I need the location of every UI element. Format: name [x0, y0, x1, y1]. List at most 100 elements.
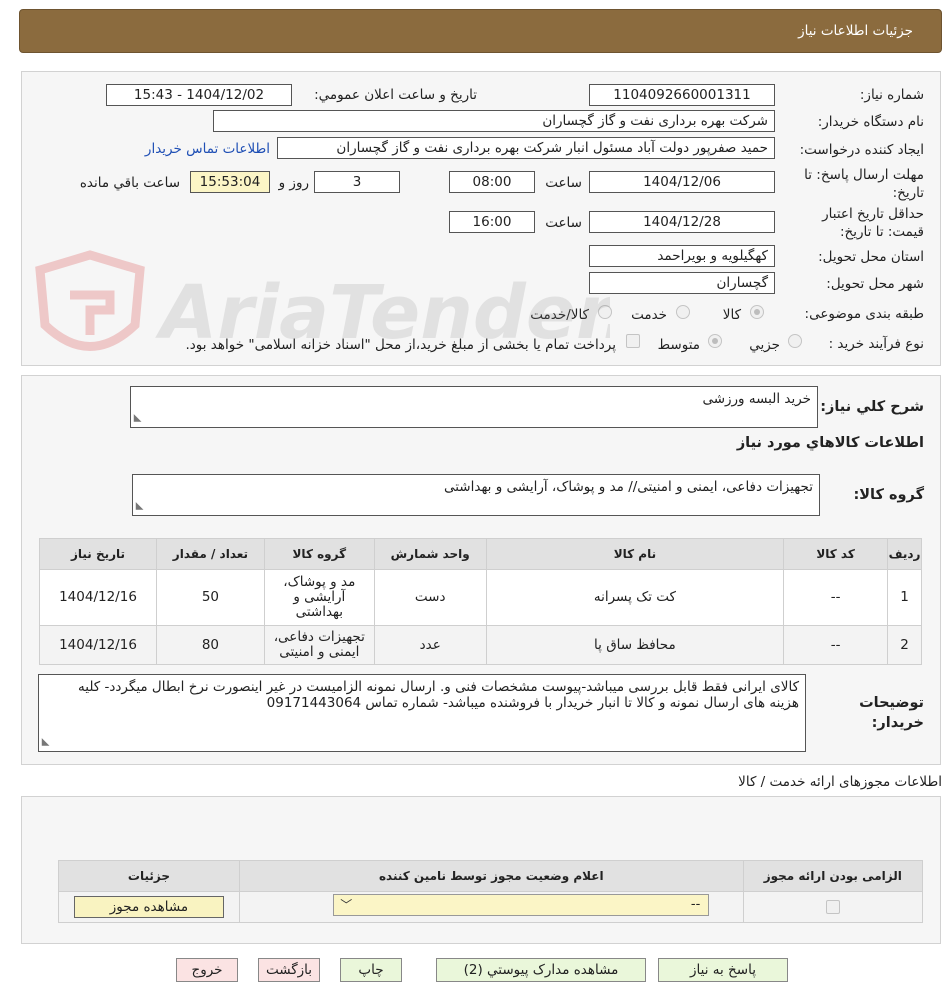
process-option-minor: جزيي	[749, 337, 780, 353]
category-option-service: خدمت	[631, 307, 667, 323]
category-radio-goods[interactable]	[750, 305, 764, 319]
resize-grip-icon-2: ◢	[133, 502, 145, 510]
exit-button[interactable]: خروج	[176, 958, 238, 982]
need-info-panel: شماره نیاز: 1104092660001311 تاریخ و ساع…	[21, 71, 941, 366]
deadline-time-field: 08:00	[449, 171, 535, 193]
table-row: ﹀ -- مشاهده مجوز	[58, 891, 924, 923]
province-label: استان محل تحويل:	[818, 249, 924, 265]
validity-label-2: قيمت: تا تاريخ:	[840, 224, 924, 240]
cell-date: 1404/12/16	[39, 569, 157, 626]
cell-license-status: ﹀ --	[238, 891, 744, 923]
col-row: رديف	[887, 538, 922, 570]
items-table-header: رديف کد کالا نام کالا واحد شمارش گروه کا…	[39, 538, 922, 570]
requester-label: ايجاد کننده درخواست:	[799, 142, 924, 158]
process-label: نوع فرآیند خرید :	[828, 336, 924, 352]
col-unit: واحد شمارش	[373, 538, 487, 570]
cell-unit: دست	[373, 569, 487, 626]
buyer-org-label: نام دستگاه خريدار:	[817, 114, 924, 130]
cell-qty: 50	[156, 569, 265, 626]
cell-group: مد و پوشاک، آرایشی و بهداشتی	[263, 569, 375, 626]
table-row: 2 -- محافظ ساق پا عدد تجهیزات دفاعی، ایم…	[39, 625, 922, 665]
cell-qty: 80	[156, 625, 265, 665]
resize-grip-icon-3: ◢	[39, 738, 51, 746]
treasury-payment-checkbox[interactable]	[626, 334, 640, 348]
general-desc-field: خرید البسه ورزشی ◢	[130, 386, 818, 428]
cell-date: 1404/12/16	[39, 625, 157, 665]
cell-license-required	[742, 891, 924, 923]
cell-license-details: مشاهده مجوز	[58, 891, 240, 923]
validity-time-label: ساعت	[545, 215, 582, 231]
announce-label: تاریخ و ساعت اعلان عمومي:	[314, 87, 477, 103]
requester-field: حمید صفرپور دولت آباد مسئول انبار شرکت ب…	[277, 137, 775, 159]
process-option-medium: متوسط	[657, 337, 700, 353]
treasury-payment-note: پرداخت تمام يا بخشی از مبلغ خريد،از محل …	[185, 337, 616, 353]
cell-row: 1	[887, 569, 922, 626]
back-button[interactable]: بازگشت	[258, 958, 320, 982]
category-radio-both[interactable]	[598, 305, 612, 319]
license-required-checkbox	[825, 899, 840, 914]
col-date: تاریخ نیاز	[39, 538, 157, 570]
col-code: کد کالا	[783, 538, 889, 570]
announce-datetime-field: 1404/12/02 - 15:43	[106, 84, 292, 106]
goods-group-text: تجهیزات دفاعی، ایمنی و امنیتی// مد و پوش…	[443, 479, 813, 495]
category-radio-service[interactable]	[676, 305, 690, 319]
license-panel: الزامی بودن ارائه مجوز اعلام وضعیت مجوز …	[21, 796, 941, 944]
category-option-both: کالا/خدمت	[530, 307, 589, 323]
view-attachments-button[interactable]: مشاهده مدارک پیوستي (2)	[436, 958, 646, 982]
goods-info-title: اطلاعات کالاهاي مورد نياز	[736, 435, 924, 451]
buyer-notes-text: کالای ایرانی فقط قابل بررسی میباشد-پیوست…	[78, 679, 799, 711]
license-section-title: اطلاعات مجوزهای ارائه خدمت / کالا	[738, 774, 942, 790]
cell-name: کت تک پسرانه	[485, 569, 785, 626]
buyer-notes-label: توضيحات خريدار:	[859, 695, 924, 731]
cell-row: 2	[887, 625, 922, 665]
col-name: نام کالا	[485, 538, 785, 570]
resize-grip-icon: ◢	[131, 414, 143, 422]
print-button[interactable]: چاپ	[340, 958, 402, 982]
category-label: طبقه بندی موضوعی:	[804, 306, 924, 322]
table-row: 1 -- کت تک پسرانه دست مد و پوشاک، آرایشی…	[39, 569, 922, 626]
buyer-notes-field: کالای ایرانی فقط قابل بررسی میباشد-پیوست…	[38, 674, 806, 752]
buyer-org-field: شرکت بهره برداری نفت و گاز گچساران	[213, 110, 775, 132]
deadline-date-field: 1404/12/06	[589, 171, 775, 193]
col-license-required: الزامی بودن ارائه مجوز	[742, 860, 924, 892]
need-number-label: شماره نیاز:	[859, 87, 924, 103]
items-table: رديف کد کالا نام کالا واحد شمارش گروه کا…	[39, 538, 922, 665]
remaining-time-field: 15:53:04	[190, 171, 270, 193]
city-label: شهر محل تحويل:	[826, 276, 924, 292]
validity-time-field: 16:00	[449, 211, 535, 233]
deadline-time-label: ساعت	[545, 175, 582, 191]
general-desc-text: خرید البسه ورزشی	[702, 391, 811, 407]
deadline-label-2: تاریخ:	[892, 185, 924, 201]
license-table-header: الزامی بودن ارائه مجوز اعلام وضعیت مجوز …	[58, 860, 924, 892]
cell-code: --	[783, 569, 889, 626]
page-title: جزئیات اطلاعات نیاز	[798, 23, 913, 39]
goods-group-field: تجهیزات دفاعی، ایمنی و امنیتی// مد و پوش…	[132, 474, 820, 516]
province-field: کهگیلویه و بویراحمد	[589, 245, 775, 267]
process-radio-minor[interactable]	[788, 334, 802, 348]
reply-button[interactable]: پاسخ به نیاز	[658, 958, 788, 982]
deadline-label: مهلت ارسال پاسخ: تا	[804, 167, 924, 183]
validity-label: حداقل تاريخ اعتبار	[822, 206, 924, 222]
process-radio-medium[interactable]	[708, 334, 722, 348]
days-remaining-field: 3	[314, 171, 400, 193]
general-desc-label: شرح کلي نياز:	[820, 399, 924, 415]
license-status-select[interactable]: ﹀ --	[333, 894, 710, 916]
buyer-contact-link[interactable]: اطلاعات تماس خريدار	[145, 141, 270, 157]
license-status-value: --	[690, 897, 701, 912]
remaining-label: ساعت باقي مانده	[79, 175, 180, 191]
license-table: الزامی بودن ارائه مجوز اعلام وضعیت مجوز …	[58, 860, 924, 923]
cell-name: محافظ ساق پا	[485, 625, 785, 665]
city-field: گچساران	[589, 272, 775, 294]
view-license-button[interactable]: مشاهده مجوز	[73, 896, 224, 918]
cell-code: --	[783, 625, 889, 665]
chevron-down-icon: ﹀	[340, 898, 353, 912]
page-header: جزئیات اطلاعات نیاز	[19, 9, 942, 53]
goods-group-label: گروه کالا:	[853, 487, 924, 503]
col-license-details: جزئیات	[58, 860, 240, 892]
days-label: روز و	[278, 175, 309, 191]
cell-unit: عدد	[373, 625, 487, 665]
col-qty: تعداد / مقدار	[156, 538, 265, 570]
validity-date-field: 1404/12/28	[589, 211, 775, 233]
category-option-goods: کالا	[722, 307, 741, 323]
need-number-field: 1104092660001311	[589, 84, 775, 106]
